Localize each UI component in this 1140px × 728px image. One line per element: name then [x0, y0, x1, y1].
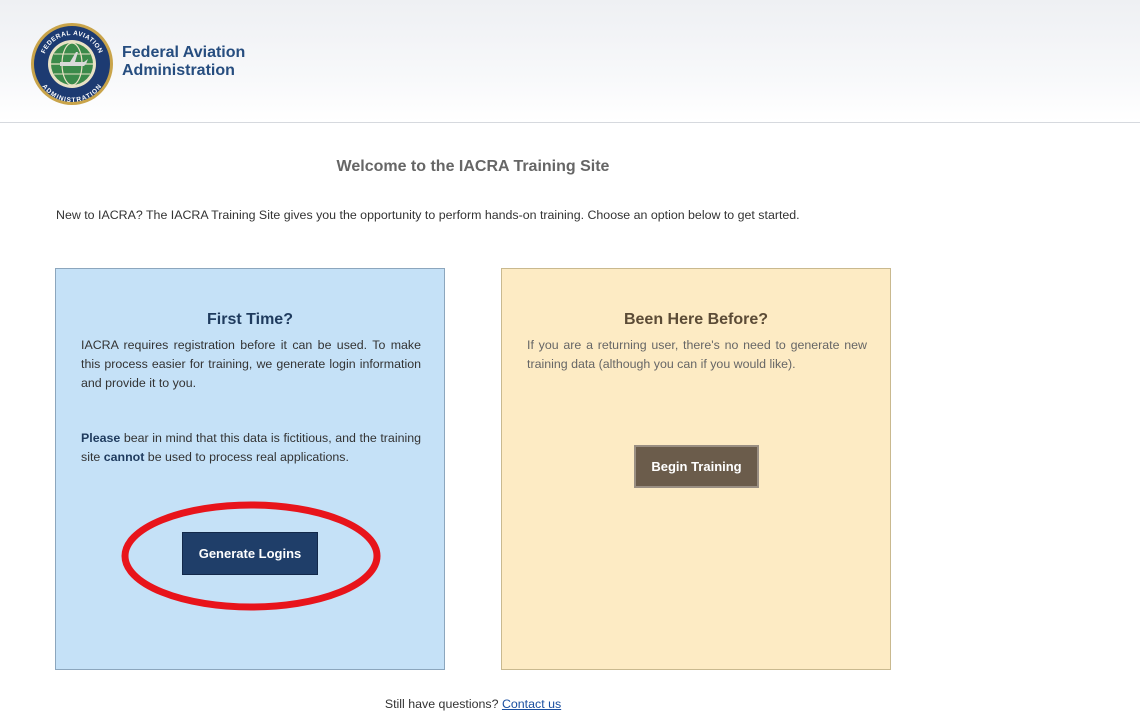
site-header: FEDERAL AVIATION ADMINISTRATION Federal …	[0, 0, 1140, 123]
been-here-description: If you are a returning user, there's no …	[527, 338, 867, 371]
notice-please: Please	[81, 431, 121, 445]
been-here-panel: Been Here Before? If you are a returning…	[501, 268, 891, 670]
page-title: Welcome to the IACRA Training Site	[336, 158, 610, 175]
first-time-description: IACRA requires registration before it ca…	[81, 338, 421, 390]
fictitious-data-notice: Please bear in mind that this data is fi…	[81, 429, 421, 467]
agency-name-line2: Administration	[122, 62, 235, 79]
contact-us-link[interactable]: Contact us	[502, 697, 561, 711]
begin-training-button[interactable]: Begin Training	[634, 445, 759, 488]
notice-cannot: cannot	[103, 450, 145, 464]
agency-name[interactable]: Federal Aviation Administration	[122, 44, 245, 80]
been-here-title: Been Here Before?	[623, 311, 769, 328]
generate-logins-button[interactable]: Generate Logins	[182, 532, 318, 575]
intro-text: New to IACRA? The IACRA Training Site gi…	[56, 208, 800, 222]
footer-help: Still have questions? Contact us	[0, 697, 946, 711]
notice-text-2: be used to process real applications.	[144, 450, 349, 464]
first-time-title: First Time?	[207, 311, 293, 328]
first-time-panel: First Time? IACRA requires registration …	[55, 268, 445, 670]
agency-name-line1: Federal Aviation	[122, 44, 246, 61]
footer-question: Still have questions?	[384, 697, 502, 711]
faa-seal-icon[interactable]: FEDERAL AVIATION ADMINISTRATION	[30, 22, 114, 106]
